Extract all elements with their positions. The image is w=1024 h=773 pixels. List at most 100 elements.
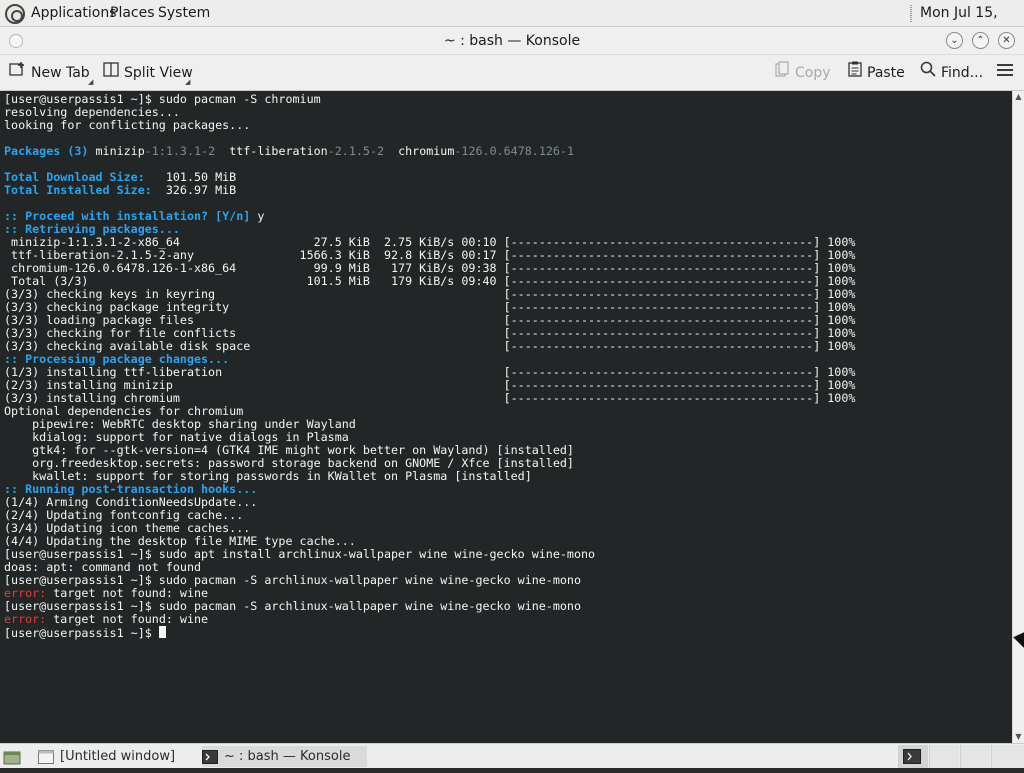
terminal-text: minizip-1:1.3.1-2-x86_64 27.5 KiB 2.75 K…: [4, 235, 856, 249]
terminal-line: :: Running post-transaction hooks...: [4, 482, 257, 496]
workspace-terminal-icon: [903, 749, 921, 768]
show-desktop-icon: [3, 750, 21, 764]
terminal-text: chromium-126.0.6478.126-1-x86_64 99.9 Mi…: [4, 261, 856, 275]
terminal-line: :: Retrieving packages...: [4, 222, 180, 236]
terminal-text: chromium: [384, 144, 455, 158]
terminal-text: (3/3) checking available disk space [---…: [4, 339, 856, 353]
terminal-text: (2/4) Updating fontconfig cache...: [4, 508, 244, 522]
terminal-line: (3/3) loading package files [-----------…: [4, 313, 855, 327]
applications-menu[interactable]: Applications: [31, 0, 117, 27]
copy-button[interactable]: Copy: [775, 55, 831, 91]
task-konsole-label: ~ : bash — Konsole: [224, 749, 351, 764]
terminal-line: doas: apt: command not found: [4, 560, 201, 574]
terminal-line: kdialog: support for native dialogs in P…: [4, 430, 349, 444]
terminal-line: (1/3) installing ttf-liberation [-------…: [4, 365, 855, 379]
terminal-line: (4/4) Updating the desktop file MIME typ…: [4, 534, 356, 548]
minimize-button[interactable]: ⌄: [946, 32, 963, 49]
new-tab-button[interactable]: New Tab: [9, 55, 90, 91]
window-titlebar[interactable]: ~ : bash — Konsole ⌄ ⌃ ✕: [0, 27, 1024, 55]
terminal-line: chromium-126.0.6478.126-1-x86_64 99.9 Mi…: [4, 261, 855, 275]
system-menu[interactable]: System: [158, 0, 210, 27]
close-button[interactable]: ✕: [998, 32, 1015, 49]
terminal-highlight: Total Installed Size:: [4, 183, 152, 197]
terminal-text: (3/4) Updating icon theme caches...: [4, 521, 251, 535]
terminal-output: [user@userpassis1 ~]$ sudo pacman -S chr…: [4, 93, 1012, 640]
workspace-4[interactable]: [991, 745, 1024, 768]
terminal-text: [user@userpassis1 ~]$ sudo pacman -S chr…: [4, 92, 321, 106]
terminal-text: (1/3) installing ttf-liberation [-------…: [4, 365, 856, 379]
split-view-dropdown-icon[interactable]: ◢: [185, 78, 190, 86]
terminal-text: (3/3) installing chromium [-------------…: [4, 391, 856, 405]
terminal-text: doas: apt: command not found: [4, 560, 202, 574]
scroll-down-icon[interactable]: ▼: [1013, 731, 1024, 743]
terminal-text: org.freedesktop.secrets: password storag…: [4, 456, 574, 470]
terminal-text: [user@userpassis1 ~]$: [4, 626, 159, 640]
terminal-text: kdialog: support for native dialogs in P…: [4, 430, 349, 444]
split-view-button[interactable]: Split View: [103, 55, 193, 91]
terminal-text: (3/3) checking for file conflicts [-----…: [4, 326, 856, 340]
task-untitled-window[interactable]: [Untitled window]: [38, 746, 188, 767]
terminal-text: (4/4) Updating the desktop file MIME typ…: [4, 534, 356, 548]
terminal-text: [user@userpassis1 ~]$ sudo pacman -S arc…: [4, 599, 581, 613]
find-label: Find...: [941, 65, 984, 81]
new-tab-dropdown-icon[interactable]: ◢: [88, 78, 93, 86]
terminal-text: 101.50 MiB: [151, 170, 237, 184]
terminal-line: Total Download Size: 101.50 MiB: [4, 170, 236, 184]
terminal-line: Packages (3) minizip-1:1.3.1-2 ttf-liber…: [4, 144, 574, 158]
terminal-text: 326.97 MiB: [151, 183, 237, 197]
places-menu[interactable]: Places: [110, 0, 155, 27]
terminal-line: Total (3/3) 101.5 MiB 179 KiB/s 09:40 [-…: [4, 274, 855, 288]
split-view-icon: [103, 55, 119, 91]
terminal-text: [user@userpassis1 ~]$ sudo pacman -S arc…: [4, 573, 581, 587]
terminal-text: (2/3) installing minizip [--------------…: [4, 378, 856, 392]
search-icon: [920, 55, 936, 91]
paste-button[interactable]: Paste: [848, 55, 905, 91]
terminal-version: -126.0.6478.126-1: [454, 144, 575, 158]
terminal-line: resolving dependencies...: [4, 105, 180, 119]
terminal-text: looking for conflicting packages...: [4, 118, 251, 132]
scroll-up-icon[interactable]: ▲: [1013, 91, 1024, 103]
task-untitled-label: [Untitled window]: [60, 749, 176, 764]
split-view-label: Split View: [124, 65, 193, 81]
terminal-version: -1:1.3.1-2: [144, 144, 216, 158]
terminal-line: (1/4) Arming ConditionNeedsUpdate...: [4, 495, 257, 509]
terminal-line: :: Processing package changes...: [4, 352, 229, 366]
terminal-text: [user@userpassis1 ~]$ sudo apt install a…: [4, 547, 596, 561]
konsole-toolbar: New Tab ◢ Split View ◢ Copy Paste Find..…: [0, 55, 1024, 91]
terminal-line: (3/3) checking package integrity [------…: [4, 300, 855, 314]
maximize-button[interactable]: ⌃: [972, 32, 989, 49]
workspace-1[interactable]: [898, 745, 928, 768]
terminal-highlight: :: Processing package changes...: [4, 352, 230, 366]
clock[interactable]: Mon Jul 15, 19:50: [920, 0, 1024, 48]
find-button[interactable]: Find...: [920, 55, 983, 91]
workspace-3[interactable]: [960, 745, 990, 768]
terminal-line: (2/3) installing minizip [--------------…: [4, 378, 855, 392]
terminal-text: target not found: wine: [46, 612, 209, 626]
terminal-line: gtk4: for --gtk-version=4 (GTK4 IME migh…: [4, 443, 574, 457]
terminal-line: [user@userpassis1 ~]$ sudo pacman -S chr…: [4, 92, 321, 106]
task-konsole[interactable]: ~ : bash — Konsole: [202, 746, 367, 767]
terminal-text: resolving dependencies...: [4, 105, 180, 119]
terminal-highlight: :: Proceed with installation? [Y/n]: [4, 209, 251, 223]
terminal-text: (3/3) checking package integrity [------…: [4, 300, 856, 314]
workspace-2[interactable]: [929, 745, 959, 768]
terminal-highlight: :: Retrieving packages...: [4, 222, 180, 236]
distro-logo-icon[interactable]: [5, 4, 25, 24]
terminal-line: looking for conflicting packages...: [4, 118, 250, 132]
terminal-error: error:: [4, 612, 47, 626]
show-desktop-button[interactable]: [3, 746, 23, 767]
terminal-line: (3/4) Updating icon theme caches...: [4, 521, 250, 535]
terminal-error: error:: [4, 586, 47, 600]
terminal-view[interactable]: [user@userpassis1 ~]$ sudo pacman -S chr…: [0, 91, 1012, 743]
hamburger-menu-button[interactable]: [997, 55, 1018, 91]
terminal-text: Optional dependencies for chromium: [4, 404, 244, 418]
window-icon: [38, 749, 54, 764]
terminal-line: Total Installed Size: 326.97 MiB: [4, 183, 236, 197]
terminal-text: minizip: [88, 144, 145, 158]
terminal-text: y: [250, 209, 265, 223]
terminal-text: (1/4) Arming ConditionNeedsUpdate...: [4, 495, 258, 509]
terminal-line: :: Proceed with installation? [Y/n] y: [4, 209, 264, 223]
terminal-highlight: :: Running post-transaction hooks...: [4, 482, 258, 496]
terminal-line: [user@userpassis1 ~]$ sudo pacman -S arc…: [4, 599, 581, 613]
text-cursor: [158, 626, 166, 638]
